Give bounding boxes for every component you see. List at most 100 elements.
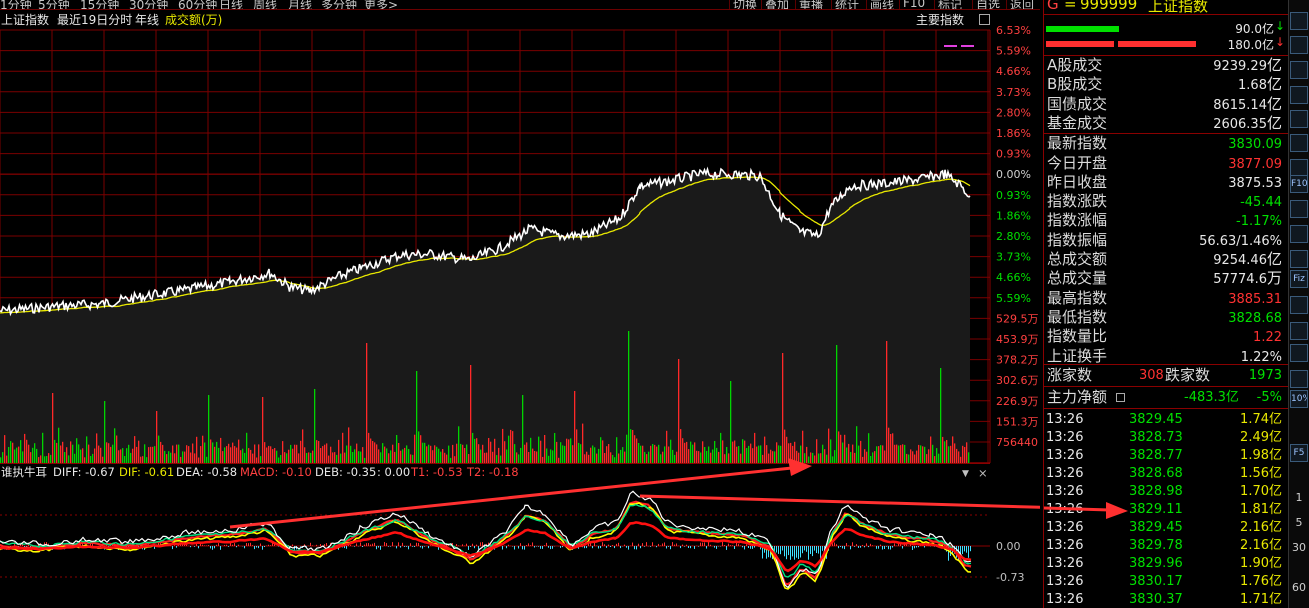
volume-bar bbox=[238, 439, 240, 463]
stat-value: 3875.53 bbox=[1228, 173, 1282, 193]
indicator-name[interactable]: 谁执牛耳 bbox=[1, 465, 47, 479]
macd-bar bbox=[618, 542, 619, 547]
volume-bar bbox=[712, 449, 714, 463]
tick-row[interactable]: 13:26 3830.37 1.71亿 bbox=[1044, 591, 1288, 608]
side-tool-icon[interactable] bbox=[1290, 322, 1308, 340]
volume-bar bbox=[278, 457, 280, 463]
volume-bar bbox=[260, 456, 262, 463]
volume-bar bbox=[346, 445, 348, 463]
stat-number: 9239.29 bbox=[1213, 59, 1267, 74]
volume-bar bbox=[126, 448, 128, 463]
side-tool-icon[interactable] bbox=[1290, 134, 1308, 152]
indicator-close-icon[interactable]: × bbox=[978, 466, 988, 480]
macd-bar bbox=[856, 544, 857, 547]
tick-row[interactable]: 13:26 3829.11 1.81亿 bbox=[1044, 501, 1288, 519]
tick-row[interactable]: 13:26 3830.17 1.76亿 bbox=[1044, 573, 1288, 591]
macd-bar bbox=[612, 545, 613, 546]
volume-bar bbox=[182, 451, 184, 463]
volume-bar bbox=[4, 435, 6, 463]
volume-bar bbox=[548, 455, 550, 463]
tick-row[interactable]: 13:26 3828.73 2.49亿 bbox=[1044, 429, 1288, 447]
volume-bar bbox=[326, 443, 328, 463]
macd-bar bbox=[208, 545, 209, 546]
quote-panel: G = 999999 上证指数 90.0亿 ↓ 180.0亿 ↓ A股成交 923… bbox=[1043, 0, 1288, 608]
volume-bar bbox=[110, 446, 112, 463]
macd-bar bbox=[380, 546, 381, 550]
volume-bar bbox=[830, 439, 832, 463]
tick-row[interactable]: 13:26 3829.45 2.16亿 bbox=[1044, 519, 1288, 537]
volume-bar bbox=[356, 443, 358, 463]
volume-bar bbox=[888, 427, 890, 463]
side-tool-button[interactable]: 1 bbox=[1290, 490, 1308, 508]
side-tool-button[interactable]: Fiz bbox=[1290, 270, 1308, 288]
volume-bar bbox=[622, 447, 624, 463]
outflow-arrow-icon: ↓ bbox=[1274, 35, 1285, 49]
side-tool-icon[interactable] bbox=[1290, 36, 1308, 54]
tick-row[interactable]: 13:26 3829.45 1.74亿 bbox=[1044, 411, 1288, 429]
volume-bar bbox=[166, 454, 168, 463]
indicator-dropdown-icon[interactable]: ▼ bbox=[962, 469, 969, 479]
side-tool-icon[interactable] bbox=[1290, 110, 1308, 128]
side-tool-icon[interactable] bbox=[1290, 344, 1308, 362]
volume-bar bbox=[180, 456, 182, 463]
volume-bar bbox=[192, 443, 194, 463]
tick-row[interactable]: 13:26 3828.68 1.56亿 bbox=[1044, 465, 1288, 483]
volume-bar bbox=[62, 441, 64, 463]
tick-row[interactable]: 13:26 3829.78 2.16亿 bbox=[1044, 537, 1288, 555]
tick-row[interactable]: 13:26 3829.96 1.90亿 bbox=[1044, 555, 1288, 573]
chart-area[interactable]: 6.53% 5.59% 4.66% 3.73% 2.80% 1.86% 0.93% 0.00%… bbox=[0, 0, 1040, 608]
volume-bar bbox=[652, 444, 654, 463]
volume-bar bbox=[600, 437, 602, 463]
price-axis-label-up: 5.59% bbox=[996, 45, 1031, 58]
side-tool-icon[interactable] bbox=[1290, 61, 1308, 79]
volume-bar bbox=[664, 446, 666, 463]
volume-bar bbox=[968, 452, 970, 463]
macd-bar bbox=[670, 546, 671, 550]
macd-bar bbox=[740, 545, 741, 547]
volume-bar bbox=[168, 451, 170, 463]
volume-bar bbox=[800, 445, 802, 463]
volume-bar bbox=[306, 453, 308, 463]
tick-row[interactable]: 13:26 3828.98 1.70亿 bbox=[1044, 483, 1288, 501]
side-tool-icon[interactable] bbox=[1290, 225, 1308, 243]
volume-bar bbox=[104, 401, 106, 463]
side-tool-icon[interactable] bbox=[1290, 250, 1308, 268]
side-tool-button[interactable]: 5 bbox=[1290, 515, 1308, 533]
side-tool-icon[interactable] bbox=[1290, 370, 1308, 388]
volume-bar bbox=[430, 445, 432, 463]
macd-bar bbox=[534, 546, 535, 548]
side-tool-button[interactable]: 10% bbox=[1290, 390, 1308, 408]
volume-bar bbox=[296, 444, 298, 463]
volume-bar bbox=[256, 457, 258, 463]
side-tool-icon[interactable] bbox=[1290, 12, 1308, 30]
macd-bar bbox=[694, 546, 695, 549]
macd-bar bbox=[884, 546, 885, 549]
volume-bar bbox=[656, 446, 658, 463]
volume-bar bbox=[540, 440, 542, 463]
volume-bar bbox=[920, 445, 922, 463]
macd-bar bbox=[614, 546, 615, 549]
volume-bar bbox=[376, 444, 378, 463]
macd-bar bbox=[966, 546, 967, 553]
side-tool-button[interactable]: 60 bbox=[1290, 580, 1308, 598]
indicator-axis-low: -0.73 bbox=[996, 571, 1024, 584]
macd-bar bbox=[478, 546, 479, 550]
volume-bar bbox=[722, 440, 724, 463]
side-tool-icon[interactable] bbox=[1290, 296, 1308, 314]
volume-bar bbox=[300, 440, 302, 463]
side-tool-icon[interactable] bbox=[1290, 200, 1308, 218]
main-flow-menu-icon[interactable] bbox=[1116, 393, 1125, 402]
side-tool-button[interactable]: F5 bbox=[1290, 444, 1308, 462]
side-tool-button[interactable]: 30 bbox=[1290, 540, 1308, 558]
macd-bar bbox=[638, 543, 639, 547]
side-tool-button[interactable]: F10 bbox=[1290, 175, 1308, 193]
volume-bar bbox=[848, 443, 850, 463]
volume-bar bbox=[886, 341, 888, 463]
side-tool-icon[interactable] bbox=[1290, 86, 1308, 104]
volume-bar bbox=[68, 455, 70, 463]
tick-row[interactable]: 13:26 3828.77 1.98亿 bbox=[1044, 447, 1288, 465]
macd-bar bbox=[390, 546, 391, 547]
macd-bar bbox=[292, 544, 293, 547]
volume-bar bbox=[130, 452, 132, 463]
volume-bar bbox=[962, 445, 964, 463]
